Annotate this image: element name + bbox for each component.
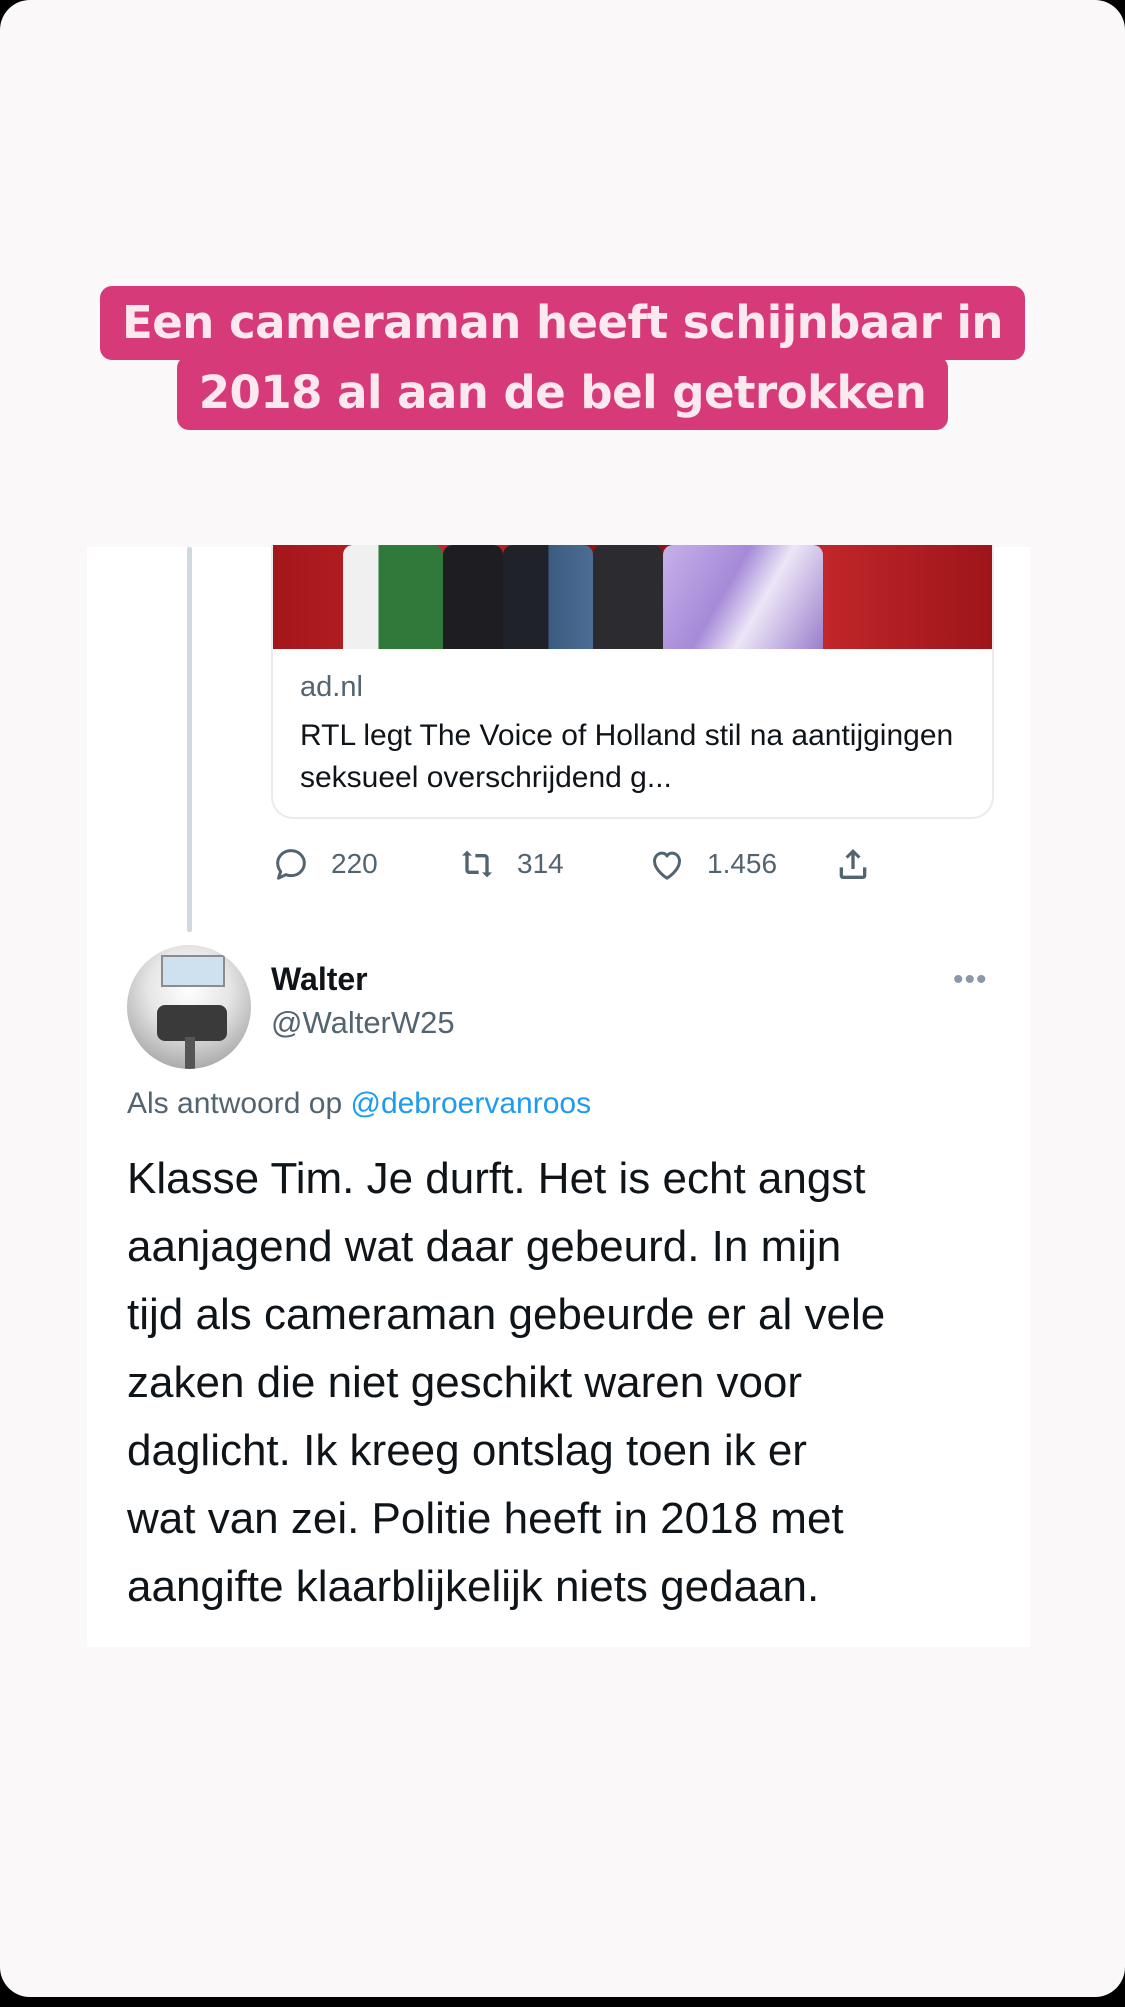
story-caption: Een cameraman heeft schijnbaar in 2018 a…: [0, 286, 1125, 430]
avatar-detail: [157, 1005, 227, 1041]
reply-count: 220: [331, 848, 378, 879]
link-preview-card[interactable]: ad.nl RTL legt The Voice of Holland stil…: [271, 545, 994, 819]
preview-figure: [443, 545, 503, 649]
like-count: 1.456: [707, 848, 778, 879]
caption-line-1: Een cameraman heeft schijnbaar in: [100, 286, 1025, 360]
preview-figure: [663, 545, 823, 649]
retweet-icon: [462, 850, 492, 878]
tweet-text: Klasse Tim. Je durft. Het is echt angst …: [127, 1154, 886, 1611]
heart-icon: [653, 851, 681, 880]
tweet-screenshot: ad.nl RTL legt The Voice of Holland stil…: [87, 545, 1030, 1647]
reply-button[interactable]: 220: [271, 839, 378, 889]
story-canvas: Een cameraman heeft schijnbaar in 2018 a…: [0, 0, 1125, 1997]
author-name[interactable]: Walter: [271, 961, 368, 998]
preview-figure: [503, 545, 593, 649]
link-preview-image: [273, 545, 992, 649]
reply-mention-link[interactable]: @debroervanroos: [350, 1087, 591, 1120]
reply-icon: [276, 849, 306, 880]
like-button[interactable]: 1.456: [647, 839, 777, 889]
preview-figure: [343, 545, 443, 649]
share-icon: [839, 849, 867, 879]
avatar[interactable]: [127, 945, 251, 1069]
share-button[interactable]: [833, 839, 873, 889]
preview-figure: [593, 545, 663, 649]
link-domain: ad.nl: [300, 671, 363, 703]
caption-line-2: 2018 al aan de bel getrokken: [176, 356, 949, 430]
retweet-button[interactable]: 314: [457, 839, 564, 889]
tweet-actions: 220 314 1.456: [271, 839, 990, 889]
author-handle[interactable]: @WalterW25: [271, 1005, 455, 1041]
reply-prefix: Als antwoord op: [127, 1087, 343, 1120]
more-icon[interactable]: •••: [953, 963, 988, 997]
reply-context: Als antwoord op @debroervanroos: [127, 1087, 591, 1121]
retweet-count: 314: [517, 848, 564, 879]
link-title: RTL legt The Voice of Holland stil na aa…: [300, 719, 954, 794]
avatar-detail: [185, 1037, 195, 1069]
thread-connector-line: [187, 547, 192, 932]
avatar-detail: [161, 955, 225, 987]
